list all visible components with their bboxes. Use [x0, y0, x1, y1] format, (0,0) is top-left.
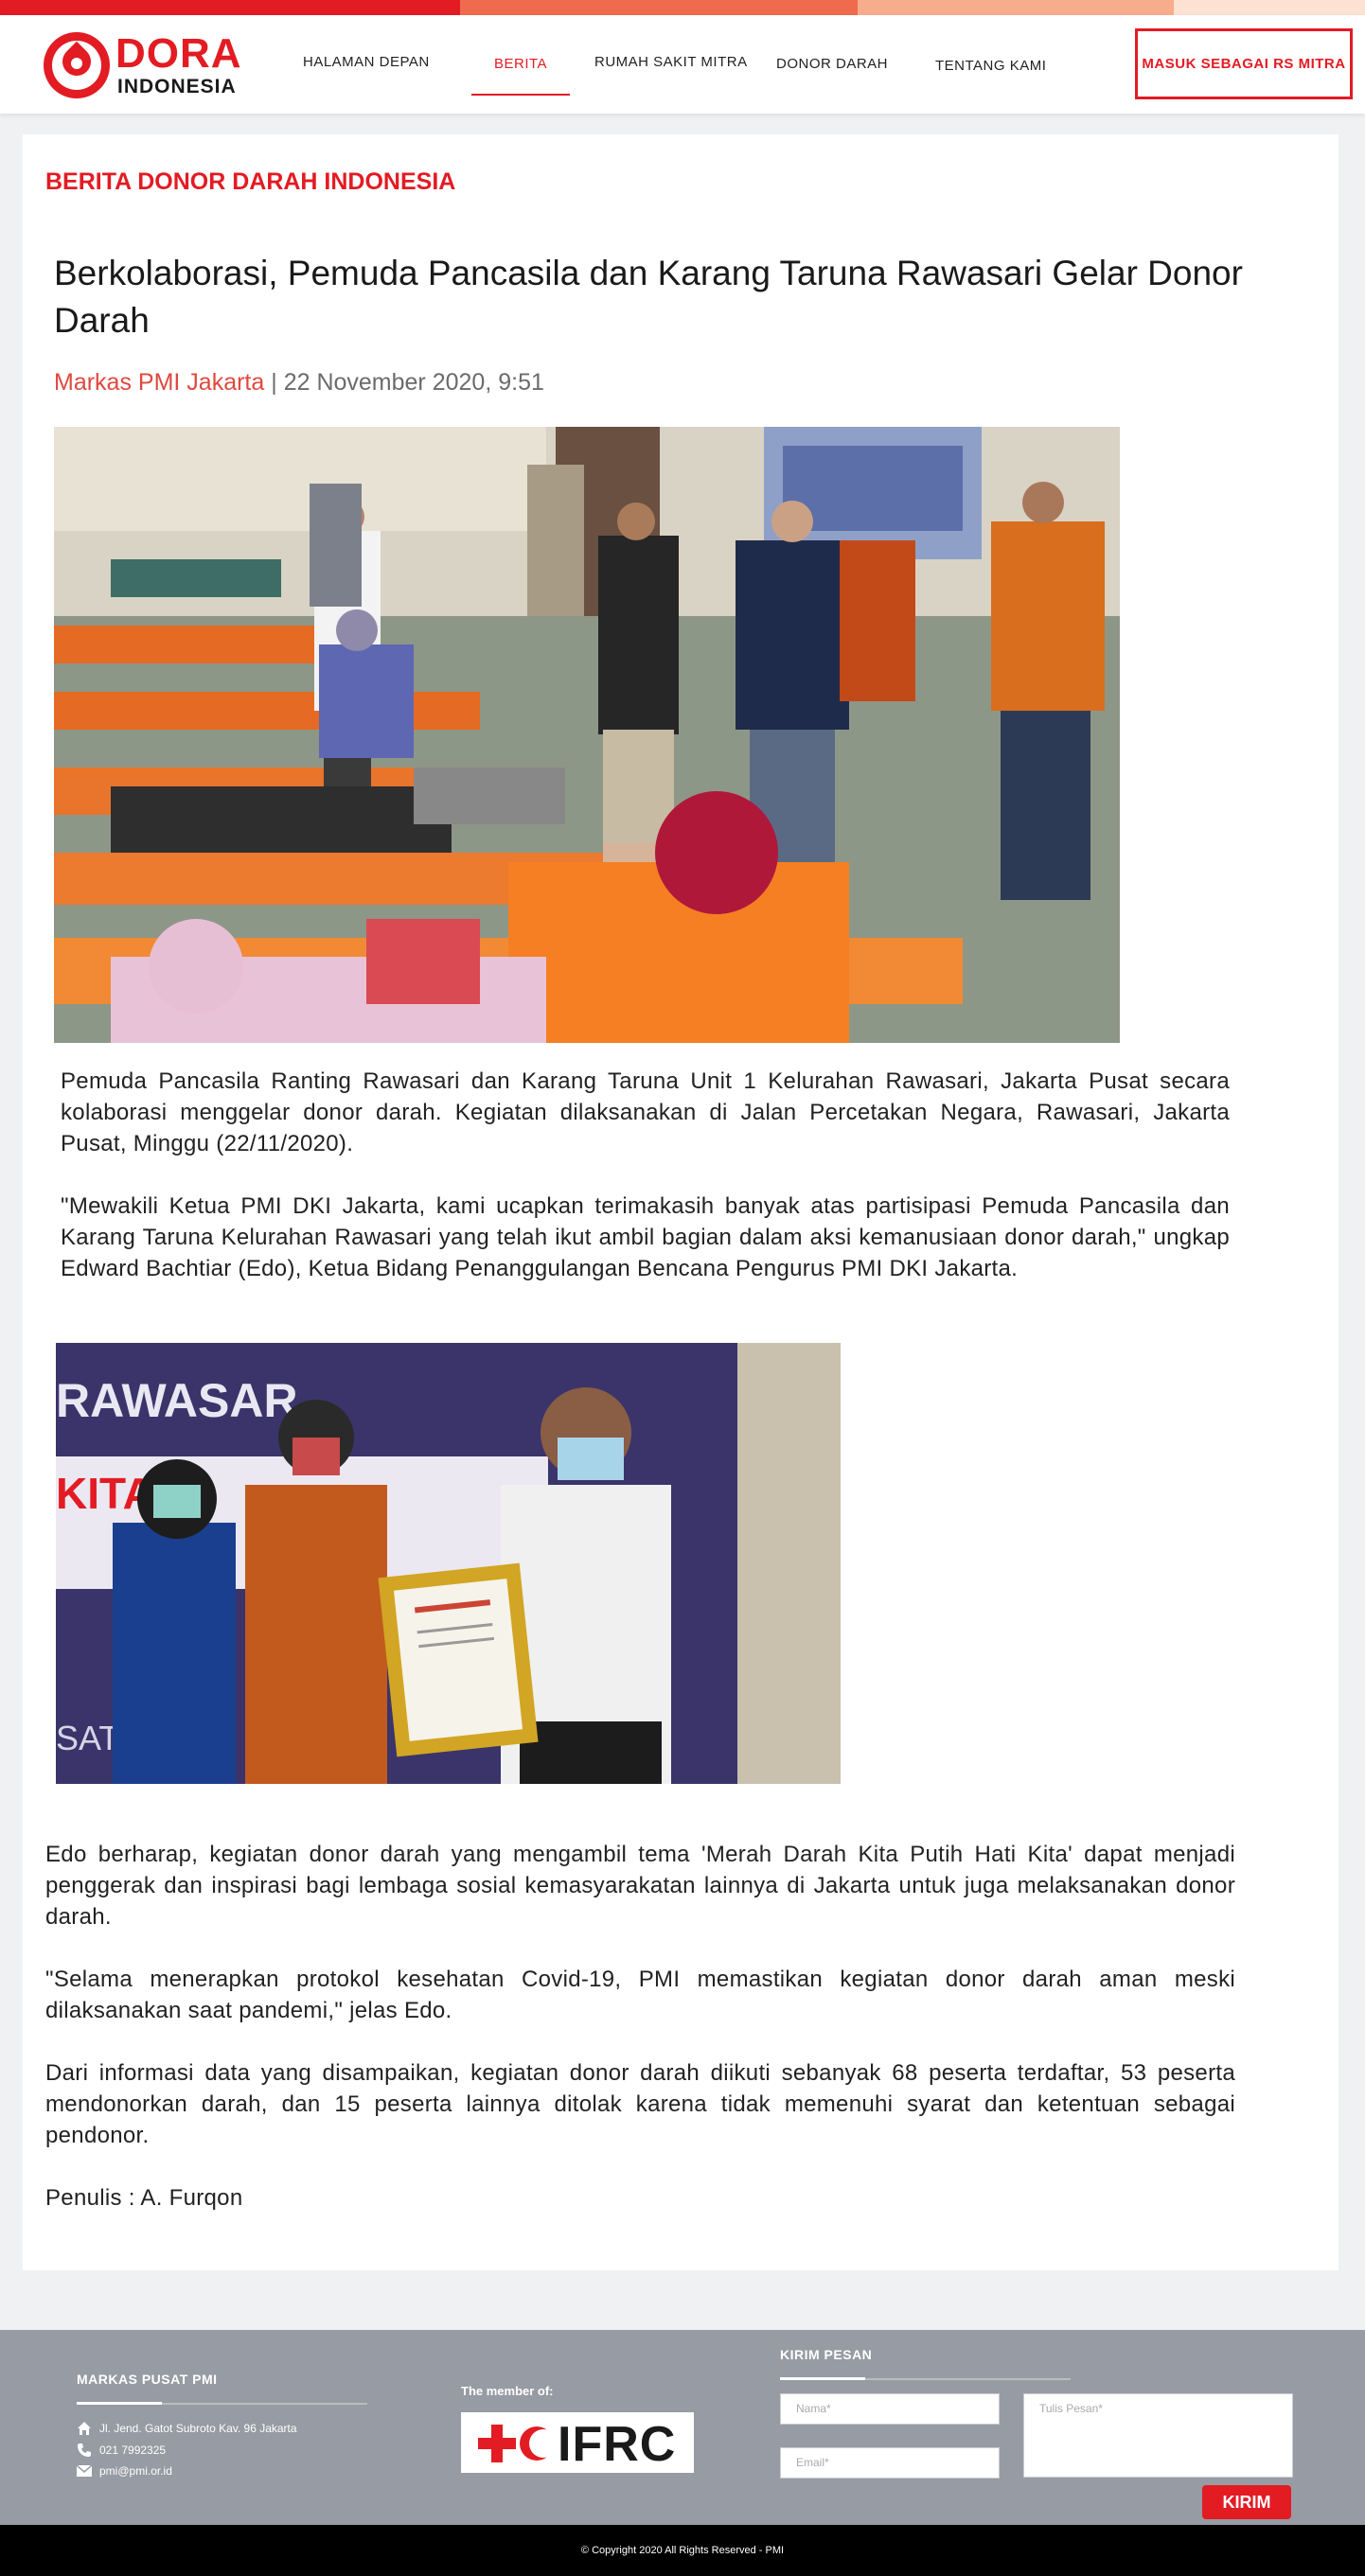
footer-contact-heading: KIRIM PESAN	[780, 2347, 873, 2362]
meta-separator: |	[271, 369, 277, 396]
message-field[interactable]: Tulis Pesan*	[1023, 2393, 1293, 2478]
ifrc-logo[interactable]: IFRC	[461, 2412, 694, 2473]
copyright-text: © Copyright 2020 All Rights Reserved - P…	[580, 2545, 785, 2556]
nav-item-berita[interactable]: BERITA	[494, 56, 547, 72]
banner-text-3: SAT	[56, 1719, 119, 1757]
paragraph-intro: Pemuda Pancasila Ranting Rawasari dan Ka…	[61, 1068, 1230, 1156]
ifrc-logo-text: IFRC	[558, 2417, 677, 2472]
banner-text: RAWASAR	[56, 1374, 298, 1427]
footer-phone: 021 7992325	[77, 2443, 166, 2458]
member-of-label: The member of:	[461, 2384, 554, 2398]
strip-segment-orange	[460, 0, 858, 15]
strip-segment-light	[1174, 0, 1365, 15]
dora-logo[interactable]: DORA INDONESIA	[44, 30, 242, 98]
strip-segment-red	[0, 0, 460, 15]
name-field[interactable]: Nama*	[780, 2393, 1000, 2425]
phone-icon	[78, 2444, 91, 2457]
paragraph-quote: "Mewakili Ketua PMI DKI Jakarta, kami uc…	[61, 1193, 1230, 1281]
strip-segment-peach	[858, 0, 1174, 15]
nav-item-donor-darah[interactable]: DONOR DARAH	[776, 56, 888, 72]
footer-address-divider	[77, 2402, 367, 2405]
footer-address: Jl. Jend. Gatot Subroto Kav. 96 Jakarta	[77, 2421, 297, 2436]
blood-drop-logo-icon	[44, 32, 110, 98]
nav-active-underline	[471, 94, 570, 96]
nav-item-tentang-kami[interactable]: TENTANG KAMI	[935, 58, 1046, 74]
section-title: BERITA DONOR DARAH INDONESIA	[45, 168, 456, 195]
article-title: Berkolaborasi, Pemuda Pancasila dan Kara…	[54, 254, 1243, 340]
footer-email-text[interactable]: pmi@pmi.or.id	[99, 2464, 172, 2478]
logo-subtitle: INDONESIA	[117, 76, 237, 97]
article-date: 22 November 2020, 9:51	[283, 369, 544, 396]
paragraph-protocol: "Selama menerapkan protokol kesehatan Co…	[45, 1967, 1235, 2023]
login-rs-mitra-button[interactable]: MASUK SEBAGAI RS MITRA	[1135, 28, 1353, 99]
nav-item-rumah-sakit-mitra[interactable]: RUMAH SAKIT MITRA	[594, 54, 748, 70]
article-author[interactable]: Markas PMI Jakarta	[54, 369, 264, 396]
copyright-bar: © Copyright 2020 All Rights Reserved - P…	[0, 2525, 1365, 2576]
footer-address-heading: MARKAS PUSAT PMI	[77, 2372, 218, 2387]
footer-contact-divider	[780, 2377, 1071, 2380]
footer-phone-text[interactable]: 021 7992325	[99, 2444, 166, 2457]
logo-title: DORA	[115, 30, 242, 77]
mail-icon	[77, 2465, 92, 2477]
site-header: DORA INDONESIA HALAMAN DEPAN BERITA RUMA…	[0, 15, 1365, 114]
top-color-strip	[0, 0, 1365, 15]
paragraph-hope: Edo berharap, kegiatan donor darah yang …	[45, 1842, 1235, 1930]
home-icon	[78, 2422, 91, 2435]
footer-email: pmi@pmi.or.id	[77, 2464, 172, 2478]
red-cross-crescent-icon	[478, 2425, 558, 2462]
article-meta: Markas PMI Jakarta | 22 November 2020, 9…	[54, 369, 544, 397]
send-message-button[interactable]: KIRIM	[1202, 2485, 1291, 2519]
article-photo-donation-event	[54, 427, 1120, 1043]
paragraph-data: Dari informasi data yang disampaikan, ke…	[45, 2060, 1235, 2148]
nav-item-halaman-depan[interactable]: HALAMAN DEPAN	[303, 54, 430, 70]
email-field[interactable]: Email*	[780, 2447, 1000, 2479]
footer-address-text: Jl. Jend. Gatot Subroto Kav. 96 Jakarta	[99, 2422, 297, 2435]
article-photo-certificate: RAWASAR KITA SAT	[56, 1343, 841, 1784]
paragraph-author: Penulis : A. Furqon	[45, 2185, 243, 2211]
